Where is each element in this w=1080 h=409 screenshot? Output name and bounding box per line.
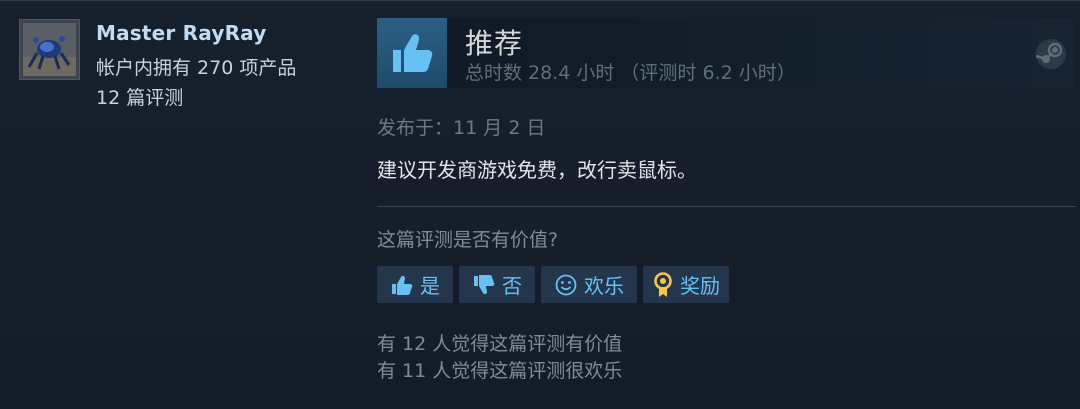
vote-no-label: 否 xyxy=(502,274,522,298)
helpful-count: 有 12 人觉得这篇评测有价值 xyxy=(377,333,623,355)
thumbs-up-icon xyxy=(393,34,433,72)
playtime-text: 总时数 28.4 小时 （评测时 6.2 小时） xyxy=(465,62,796,84)
award-icon xyxy=(652,271,674,298)
smiley-icon xyxy=(554,273,578,297)
review-body: 建议开发商游戏免费，改行卖鼠标。 xyxy=(377,158,697,182)
posted-date: 发布于：11 月 2 日 xyxy=(377,117,546,139)
helpful-question: 这篇评测是否有价值? xyxy=(377,229,559,251)
avatar[interactable] xyxy=(19,19,80,80)
review-card: Master RayRay 帐户内拥有 270 项产品 12 篇评测 推荐 总时… xyxy=(0,0,1080,409)
award-button[interactable]: 奖励 xyxy=(643,266,729,303)
review-verdict: 推荐 xyxy=(465,27,524,60)
vote-funny-label: 欢乐 xyxy=(584,274,624,298)
vote-no-button[interactable]: 否 xyxy=(459,266,535,303)
review-count-link[interactable]: 12 篇评测 xyxy=(96,83,183,110)
vote-yes-label: 是 xyxy=(420,274,440,298)
vote-yes-button[interactable]: 是 xyxy=(377,266,453,303)
award-label: 奖励 xyxy=(680,274,720,298)
recommended-thumb-box xyxy=(377,18,447,88)
vote-header[interactable]: 推荐 总时数 28.4 小时 （评测时 6.2 小时） xyxy=(377,18,1073,88)
divider xyxy=(377,206,1076,207)
vote-funny-button[interactable]: 欢乐 xyxy=(541,266,637,303)
avatar-image xyxy=(23,23,76,76)
owned-products-link[interactable]: 帐户内拥有 270 项产品 xyxy=(96,53,296,80)
funny-count: 有 11 人觉得这篇评测很欢乐 xyxy=(377,360,623,382)
steam-logo-icon xyxy=(1035,38,1067,74)
thumbs-down-icon xyxy=(472,273,496,297)
thumbs-up-icon xyxy=(390,273,414,297)
author-name[interactable]: Master RayRay xyxy=(96,21,267,45)
